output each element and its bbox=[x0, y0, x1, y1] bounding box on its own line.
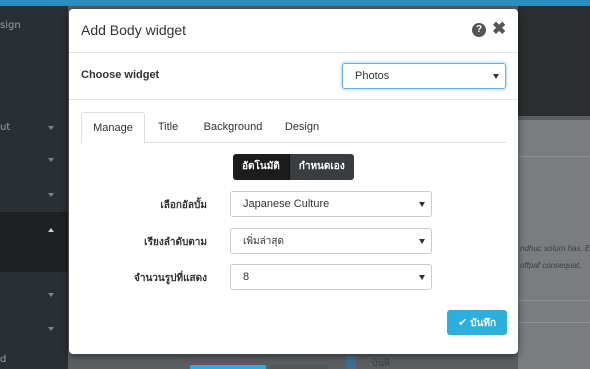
album-value: Japanese Culture bbox=[243, 198, 330, 210]
background-button bbox=[190, 365, 266, 369]
app-sidebar: sign ut d bbox=[0, 6, 68, 369]
background-button bbox=[270, 365, 328, 369]
preview-text: ndhuc solum has. E bbox=[520, 244, 590, 253]
choose-widget-label: Choose widget bbox=[81, 69, 160, 81]
photo-count-label: จำนวนรูปที่แสดง bbox=[134, 273, 207, 284]
check-icon: ✔ bbox=[457, 316, 468, 329]
album-select[interactable]: Japanese Culture bbox=[230, 191, 432, 217]
sidebar-item-label: sign bbox=[0, 20, 21, 31]
tab-design[interactable]: Design bbox=[277, 112, 327, 143]
chevron-down-icon bbox=[48, 126, 54, 130]
sort-select[interactable]: เพิ่มล่าสุด bbox=[230, 228, 432, 254]
sidebar-item-label: d bbox=[0, 354, 7, 365]
tab-background[interactable]: Background bbox=[193, 112, 273, 143]
chevron-down-icon bbox=[48, 193, 54, 197]
save-button-label: บันทึก bbox=[470, 318, 497, 329]
widget-tabs: Manage Title Background Design bbox=[81, 112, 506, 144]
chevron-down-icon bbox=[419, 239, 425, 244]
help-icon[interactable]: ? bbox=[472, 23, 486, 37]
photo-count-select[interactable]: 8 bbox=[230, 264, 432, 290]
preview-text: offpaf consequat. bbox=[520, 261, 582, 270]
widget-type-select[interactable]: Photos bbox=[342, 63, 506, 89]
modal-title: Add Body widget bbox=[81, 22, 187, 38]
close-icon[interactable]: ✖ bbox=[492, 20, 506, 38]
chevron-down-icon bbox=[48, 158, 54, 162]
app-dark-panel bbox=[518, 6, 590, 116]
add-widget-modal: Add Body widget ? ✖ Choose widget Photos… bbox=[69, 9, 518, 354]
chevron-up-icon bbox=[48, 228, 54, 232]
sidebar-item-label: ut bbox=[0, 122, 11, 133]
modal-header: Add Body widget ? ✖ bbox=[69, 9, 518, 53]
chevron-down-icon bbox=[48, 327, 54, 331]
divider bbox=[518, 300, 590, 301]
background-label: บันทึ bbox=[372, 358, 390, 368]
save-button[interactable]: ✔ บันทึก bbox=[447, 310, 507, 335]
custom-mode-button[interactable]: กำหนดเอง bbox=[288, 154, 354, 180]
album-label: เลือกอัลบั้ม bbox=[160, 200, 207, 211]
chevron-down-icon bbox=[493, 74, 499, 79]
sort-label: เรียงลำดับตาม bbox=[144, 237, 207, 248]
divider bbox=[518, 156, 590, 157]
sort-value: เพิ่มล่าสุด bbox=[243, 236, 284, 247]
tab-manage[interactable]: Manage bbox=[81, 112, 145, 144]
divider bbox=[518, 322, 590, 323]
tab-title[interactable]: Title bbox=[147, 112, 189, 143]
sidebar-active-item bbox=[0, 212, 68, 272]
chevron-down-icon bbox=[419, 202, 425, 207]
chevron-down-icon bbox=[419, 275, 425, 280]
photo-count-value: 8 bbox=[243, 271, 250, 283]
thumbnail bbox=[346, 355, 356, 369]
auto-mode-button[interactable]: อัตโนมัติ bbox=[233, 154, 289, 180]
chevron-down-icon bbox=[48, 293, 54, 297]
widget-type-value: Photos bbox=[355, 70, 390, 82]
mode-toggle: อัตโนมัติ กำหนดเอง bbox=[233, 154, 354, 180]
choose-widget-section: Choose widget Photos bbox=[69, 53, 518, 100]
